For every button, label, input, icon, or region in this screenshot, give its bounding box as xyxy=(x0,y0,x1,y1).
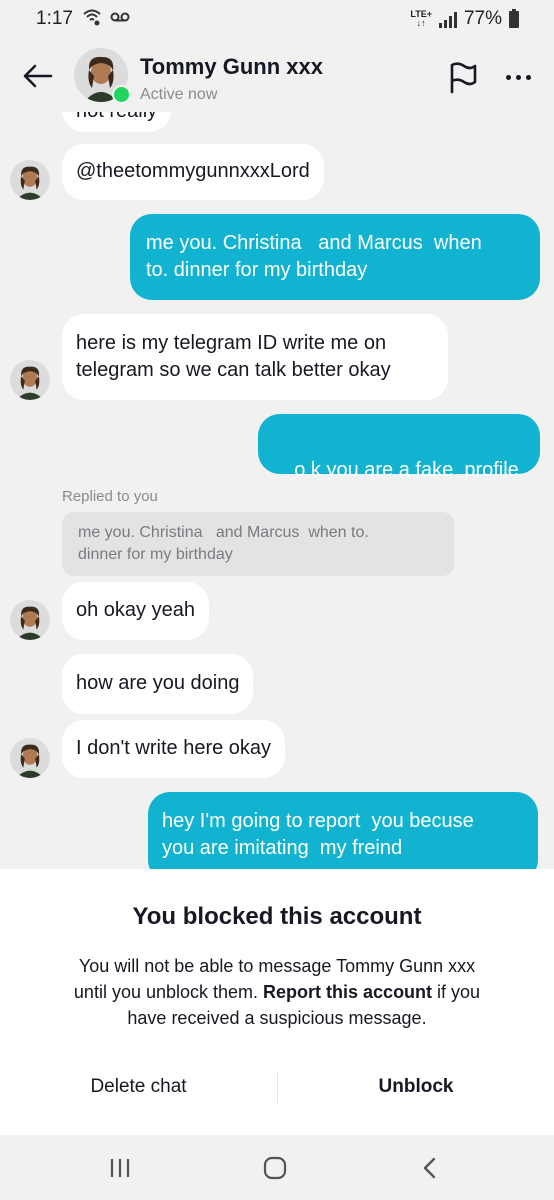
report-button[interactable] xyxy=(446,60,480,94)
unblock-button[interactable]: Unblock xyxy=(278,1059,554,1115)
sender-avatar[interactable] xyxy=(10,360,50,400)
blocked-account-panel: You blocked this account You will not be… xyxy=(0,869,554,1135)
voicemail-icon xyxy=(110,12,130,22)
wifi-calling-icon xyxy=(83,9,101,26)
status-time: 1:17 xyxy=(36,8,73,29)
battery-icon xyxy=(509,9,519,28)
more-options-button[interactable] xyxy=(498,60,538,94)
message-list[interactable]: not really @theetommygunnxxxLord me you.… xyxy=(0,112,554,872)
online-indicator xyxy=(112,85,131,104)
reply-label: Replied to you xyxy=(62,488,158,505)
delete-chat-button[interactable]: Delete chat xyxy=(0,1059,277,1115)
back-chevron-icon xyxy=(423,1157,436,1179)
back-button[interactable] xyxy=(20,58,56,94)
home-button[interactable] xyxy=(255,1153,295,1183)
system-nav-bar xyxy=(0,1135,554,1200)
message-incoming[interactable]: @theetommygunnxxxLord xyxy=(62,144,324,200)
more-icon xyxy=(505,74,511,80)
blocked-description: You will not be able to message Tommy Gu… xyxy=(73,956,481,1028)
sender-avatar[interactable] xyxy=(10,600,50,640)
reply-quote[interactable]: me you. Christina and Marcus when to. di… xyxy=(62,512,454,576)
chat-header: Tommy Gunn xxx Active now xyxy=(0,40,554,112)
message-incoming[interactable]: not really xyxy=(62,112,172,132)
message-incoming[interactable]: oh okay yeah xyxy=(62,582,209,640)
message-outgoing[interactable]: o k you are a fake profile xyxy=(258,414,540,481)
lte-indicator: LTE+ ↓↑ xyxy=(410,9,432,28)
report-account-link[interactable]: Report this account xyxy=(263,982,432,1002)
signal-icon xyxy=(438,12,457,28)
status-bar: 1:17 LTE+ ↓↑ 77% xyxy=(0,0,554,40)
recent-apps-icon xyxy=(110,1159,130,1177)
back-arrow-icon xyxy=(23,64,53,88)
message-outgoing[interactable]: me you. Christina and Marcus when to. di… xyxy=(130,214,540,300)
sender-avatar[interactable] xyxy=(10,738,50,778)
flag-icon xyxy=(450,62,477,94)
message-outgoing[interactable]: hey I'm going to report you becuse you a… xyxy=(148,792,538,872)
blocked-title: You blocked this account xyxy=(132,903,422,930)
back-nav-button[interactable] xyxy=(410,1153,450,1183)
battery-percent: 77% xyxy=(463,8,502,29)
contact-name[interactable]: Tommy Gunn xxx xyxy=(140,54,323,80)
home-icon xyxy=(263,1156,287,1180)
message-incoming[interactable]: how are you doing xyxy=(62,654,254,714)
contact-status: Active now xyxy=(140,86,218,103)
message-incoming[interactable]: I don't write here okay xyxy=(62,720,286,778)
sender-avatar[interactable] xyxy=(10,160,50,200)
recent-apps-button[interactable] xyxy=(100,1153,140,1183)
message-incoming[interactable]: here is my telegram ID write me on teleg… xyxy=(62,314,448,400)
